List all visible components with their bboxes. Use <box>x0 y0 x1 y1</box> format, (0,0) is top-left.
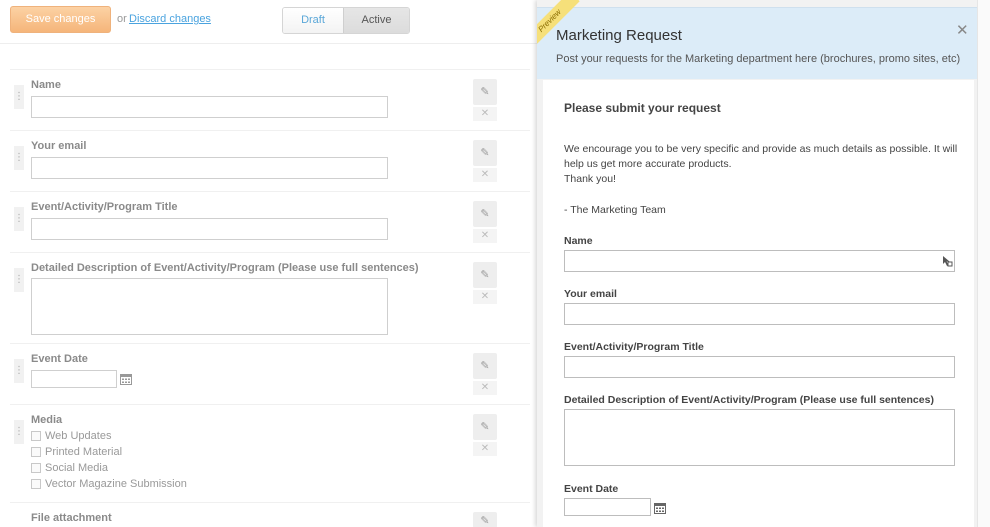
name-input[interactable] <box>31 96 388 118</box>
form-editor: Save changes or Discard changes Draft Ac… <box>0 0 540 527</box>
calendar-icon[interactable] <box>120 373 132 385</box>
checkbox-option[interactable]: Vector Magazine Submission <box>31 478 187 490</box>
field-label: Detailed Description of Event/Activity/P… <box>31 262 419 274</box>
field-label: Media <box>31 414 63 426</box>
drag-handle-icon[interactable]: ⋮ <box>14 146 24 170</box>
field-label: Name <box>564 235 593 247</box>
close-icon[interactable]: ✕ <box>473 107 497 121</box>
description-textarea[interactable] <box>31 278 388 335</box>
close-icon[interactable]: ✕ <box>956 21 969 39</box>
field-row-event-date: ⋮ Event Date ✎ ✕ <box>10 343 530 404</box>
pencil-icon[interactable]: ✎ <box>473 262 497 288</box>
status-active-button[interactable]: Active <box>343 8 409 33</box>
drag-handle-icon[interactable]: ⋮ <box>14 85 24 109</box>
pencil-icon[interactable]: ✎ <box>473 201 497 227</box>
status-toggle: Draft Active <box>282 7 410 34</box>
pencil-icon[interactable]: ✎ <box>473 140 497 166</box>
pencil-icon[interactable]: ✎ <box>473 79 497 105</box>
or-text: or <box>117 13 127 25</box>
signature-text: - The Marketing Team <box>564 204 666 216</box>
preview-form: Please submit your request We encourage … <box>543 80 974 527</box>
autofill-icon[interactable] <box>941 255 953 267</box>
field-row-email: ⋮ Your email ✎ ✕ <box>10 130 530 191</box>
email-input[interactable] <box>31 157 388 179</box>
close-icon[interactable]: ✕ <box>473 381 497 395</box>
checkbox-label: Web Updates <box>45 430 112 442</box>
checkbox-option[interactable]: Printed Material <box>31 446 122 458</box>
status-draft-button[interactable]: Draft <box>283 8 343 33</box>
preview-header: Marketing Request ✕ Post your requests f… <box>537 7 977 79</box>
pencil-icon[interactable]: ✎ <box>473 353 497 379</box>
checkbox[interactable] <box>31 463 41 473</box>
field-label: Event/Activity/Program Title <box>564 341 704 353</box>
event-date-input[interactable] <box>31 370 117 388</box>
field-label: Name <box>31 79 61 91</box>
checkbox-option[interactable]: Web Updates <box>31 430 111 442</box>
pencil-icon[interactable]: ✎ <box>473 512 497 527</box>
form-heading: Please submit your request <box>564 101 721 115</box>
pencil-icon[interactable]: ✎ <box>473 414 497 440</box>
checkbox-label: Vector Magazine Submission <box>45 478 187 490</box>
drag-handle-icon[interactable]: ⋮ <box>14 268 24 292</box>
editor-toolbar: Save changes or Discard changes Draft Ac… <box>0 0 540 44</box>
title-input[interactable] <box>31 218 388 240</box>
drag-handle-icon[interactable]: ⋮ <box>14 420 24 444</box>
field-row-title: ⋮ Event/Activity/Program Title ✎ ✕ <box>10 191 530 252</box>
name-input[interactable] <box>564 250 955 272</box>
field-row-media: ⋮ Media Web Updates Printed Material Soc… <box>10 404 530 502</box>
calendar-icon[interactable] <box>654 502 666 514</box>
drag-handle-icon[interactable]: ⋮ <box>14 359 24 383</box>
checkbox-label: Printed Material <box>45 446 123 458</box>
close-icon[interactable]: ✕ <box>473 229 497 243</box>
close-icon[interactable]: ✕ <box>473 168 497 182</box>
preview-title: Marketing Request <box>556 27 682 44</box>
checkbox-option[interactable]: Social Media <box>31 462 108 474</box>
field-label: Event Date <box>31 353 88 365</box>
description-textarea[interactable] <box>564 409 955 466</box>
preview-description: Post your requests for the Marketing dep… <box>556 53 961 65</box>
preview-panel: Marketing Request ✕ Post your requests f… <box>537 0 977 527</box>
field-label: File attachment <box>31 512 112 524</box>
email-input[interactable] <box>564 303 955 325</box>
checkbox[interactable] <box>31 447 41 457</box>
intro-line: help us get more accurate products. <box>564 158 732 170</box>
title-input[interactable] <box>564 356 955 378</box>
drag-handle-icon[interactable]: ⋮ <box>14 207 24 231</box>
discard-changes-link[interactable]: Discard changes <box>129 13 211 25</box>
checkbox-label: Social Media <box>45 462 108 474</box>
field-label: Event/Activity/Program Title <box>31 201 178 213</box>
event-date-input[interactable] <box>564 498 651 516</box>
save-changes-button[interactable]: Save changes <box>10 6 111 33</box>
right-edge-panel <box>977 0 990 527</box>
field-label: Detailed Description of Event/Activity/P… <box>564 394 934 406</box>
field-label: Event Date <box>564 483 619 495</box>
field-label: Your email <box>564 288 617 300</box>
field-label: Your email <box>31 140 87 152</box>
field-row-name: ⋮ Name ✎ ✕ <box>10 69 530 130</box>
field-row-description: ⋮ Detailed Description of Event/Activity… <box>10 252 530 343</box>
checkbox[interactable] <box>31 431 41 441</box>
checkbox[interactable] <box>31 479 41 489</box>
close-icon[interactable]: ✕ <box>473 442 497 456</box>
intro-line: We encourage you to be very specific and… <box>564 143 958 155</box>
intro-line: Thank you! <box>564 173 616 185</box>
field-row-file-attachment: File attachment ✎ <box>10 502 530 527</box>
close-icon[interactable]: ✕ <box>473 290 497 304</box>
